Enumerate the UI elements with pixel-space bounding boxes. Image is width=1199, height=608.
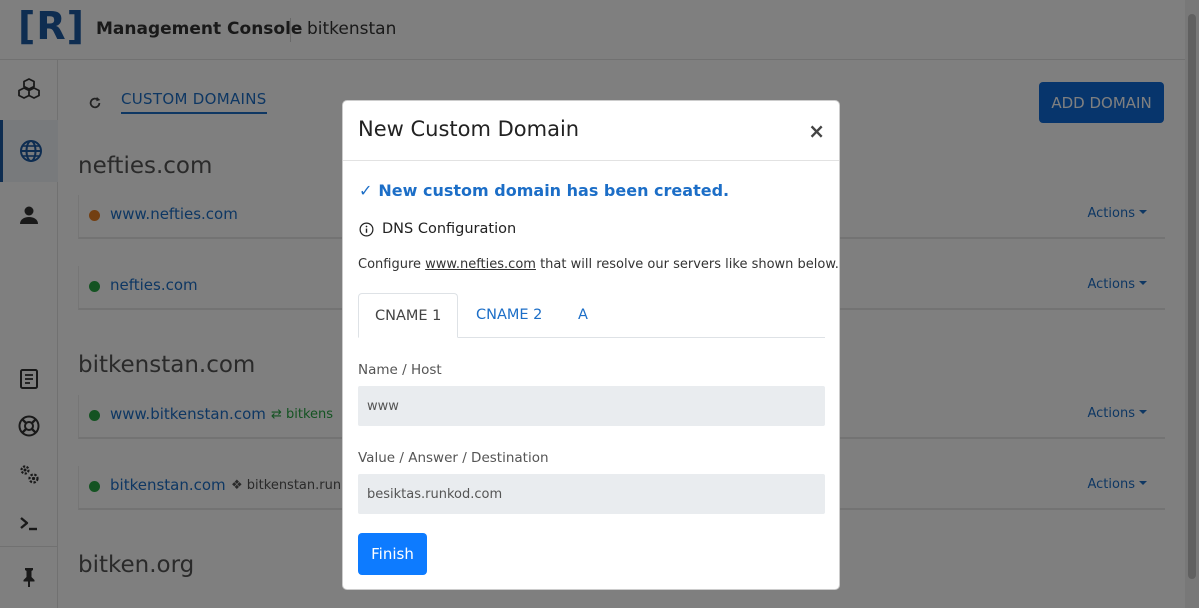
dns-heading: DNS Configuration <box>359 221 516 237</box>
record-tabs: CNAME 1 CNAME 2 A <box>358 293 825 338</box>
close-icon[interactable]: × <box>808 119 825 143</box>
check-icon: ✓ <box>359 181 373 200</box>
name-host-label: Name / Host <box>358 362 442 378</box>
info-icon <box>359 222 374 236</box>
name-host-field[interactable] <box>358 386 825 426</box>
tab-a-record[interactable]: A <box>562 293 604 338</box>
value-label: Value / Answer / Destination <box>358 450 549 466</box>
success-message: ✓ New custom domain has been created. <box>359 181 730 200</box>
modal-header: New Custom Domain × <box>343 101 839 161</box>
tab-cname-1[interactable]: CNAME 1 <box>358 293 459 338</box>
dns-instruction: Configure www.nefties.com that will reso… <box>358 257 839 272</box>
finish-button[interactable]: Finish <box>358 533 427 575</box>
modal-title: New Custom Domain <box>358 117 580 141</box>
instruction-domain-link[interactable]: www.nefties.com <box>425 257 536 272</box>
new-domain-modal: New Custom Domain × ✓ New custom domain h… <box>342 100 840 590</box>
tab-cname-2[interactable]: CNAME 2 <box>460 293 558 338</box>
value-field[interactable] <box>358 474 825 514</box>
